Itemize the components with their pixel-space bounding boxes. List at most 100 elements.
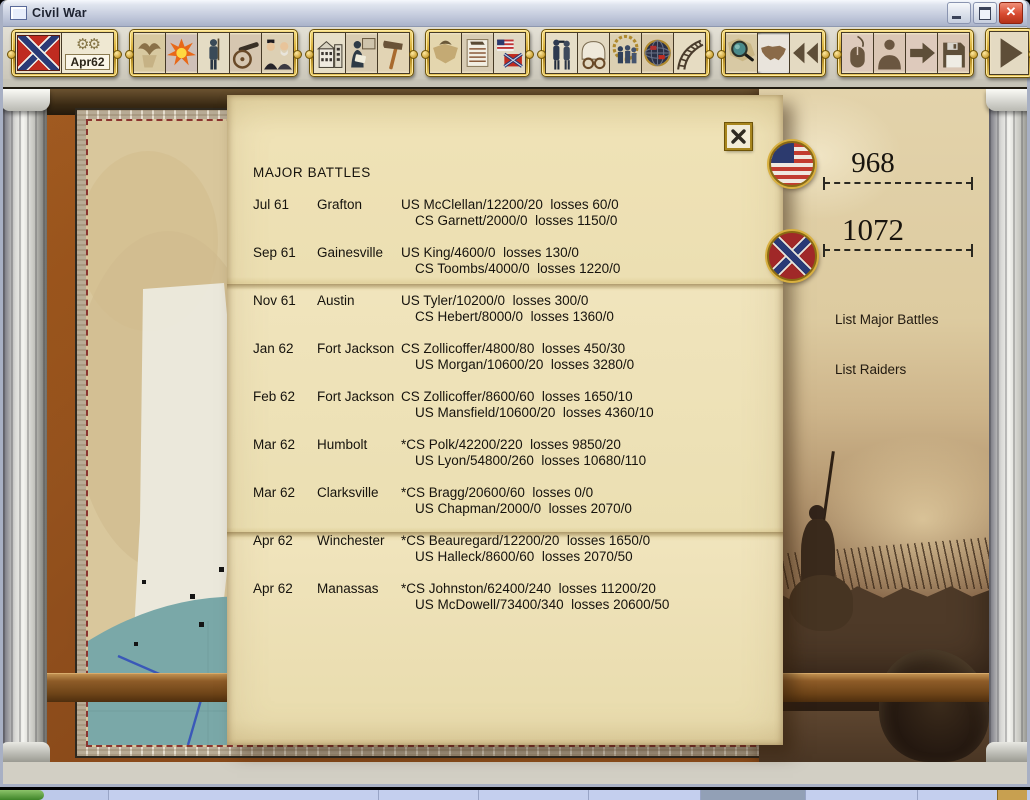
save-disk-icon [938,33,969,73]
production-hammer-icon [378,33,409,73]
battle-side-a: CS Zollicoffer/4800/80 losses 450/30 [401,341,626,356]
toolbar-map-magnifier-button[interactable] [725,32,758,74]
play-advance-icon [990,32,1028,74]
battle-side-b: US McDowell/73400/340 losses 20600/50 [415,597,670,612]
battle-location: Gainesville [317,245,384,260]
newspaper-icon [462,33,493,73]
toolbar-infantry-soldier-button[interactable] [197,32,230,74]
political-map-icon [430,33,461,73]
forward-arrow-icon [906,33,937,73]
taskbar-button[interactable] [478,790,589,800]
toolbar-scout-officers-button[interactable] [545,32,578,74]
toolbar-play-advance-button[interactable] [989,31,1029,75]
battle-date: Sep 61 [253,245,296,260]
battle-side-a: *CS Polk/42200/220 losses 9850/20 [401,437,621,452]
scout-officers-icon [546,33,577,73]
toolbar-us-map-button[interactable] [757,32,790,74]
battle-forces: US McClellan/12200/20 losses 60/0 CS Gar… [401,197,619,229]
toolbar-battle-explosion-button[interactable] [165,32,198,74]
toolbar-confederate-flag-button[interactable] [15,32,62,74]
supply-wagon-icon [578,33,609,73]
list-raiders-link[interactable]: List Raiders [835,362,906,377]
toolbar-commander-figure-button[interactable] [873,32,906,74]
battle-date: Jan 62 [253,341,294,356]
titlebar[interactable]: Civil War [3,0,1027,27]
window-title: Civil War [32,6,87,20]
left-column-decoration [3,89,50,762]
toolbar-group [125,29,302,77]
toolbar-group [421,29,534,77]
battle-row: Nov 61 Austin US Tyler/10200/0 losses 30… [253,293,669,325]
toolbar-production-hammer-button[interactable] [377,32,410,74]
taskbar-button[interactable] [588,790,701,800]
battle-side-b: CS Hebert/8000/0 losses 1360/0 [415,309,614,324]
toolbar-world-globe-button[interactable] [641,32,674,74]
battle-list-title: MAJOR BATTLES [253,165,371,180]
battle-row: Sep 61 Gainesville US King/4600/0 losses… [253,245,669,277]
officer-on-horse-art [787,451,857,669]
toolbar-railroad-button[interactable] [673,32,706,74]
battle-side-a: US King/4600/0 losses 130/0 [401,245,579,260]
battle-forces: US Tyler/10200/0 losses 300/0 CS Hebert/… [401,293,614,325]
battle-side-b: CS Garnett/2000/0 losses 1150/0 [415,213,618,228]
war-flags-icon [494,33,525,73]
battle-row: Jan 62 Fort Jackson CS Zollicoffer/4800/… [253,341,669,373]
taskbar-button[interactable] [917,790,998,800]
battle-list-popup: MAJOR BATTLES Jul 61 Grafton US McClella… [227,95,783,745]
battle-date: Nov 61 [253,293,296,308]
battle-explosion-icon [166,33,197,73]
toolbar-generals-portraits-button[interactable] [261,32,294,74]
app-window: Civil War ⚙⚙Apr62 [0,0,1030,787]
battle-side-b: US Chapman/2000/0 losses 2070/0 [415,501,632,516]
toolbar-group [717,29,830,77]
battle-location: Humbolt [317,437,368,452]
taskbar-tray[interactable] [997,790,1027,800]
toolbar-artillery-cannon-button[interactable] [229,32,262,74]
close-button[interactable] [999,2,1023,24]
taskbar-button[interactable] [108,790,379,800]
battle-row: Jul 61 Grafton US McClellan/12200/20 los… [253,197,669,229]
railroad-icon [674,33,705,73]
battle-forces: *CS Johnston/62400/240 losses 11200/20 U… [401,581,669,613]
toolbar-war-flags-button[interactable] [493,32,526,74]
map-eagle-icon [134,33,165,73]
toolbar-save-disk-button[interactable] [937,32,970,74]
toolbar-political-map-button[interactable] [429,32,462,74]
start-button[interactable] [0,790,44,800]
battle-forces: *CS Bragg/20600/60 losses 0/0 US Chapman… [401,485,632,517]
taskbar-button[interactable] [378,790,479,800]
battle-side-a: US Tyler/10200/0 losses 300/0 [401,293,589,308]
toolbar-forward-arrow-button[interactable] [905,32,938,74]
minimize-button[interactable] [947,2,971,24]
toolbar-turn-gears-button[interactable]: ⚙⚙ Apr62 [61,32,114,74]
toolbar-newspaper-button[interactable] [461,32,494,74]
battle-row: Mar 62 Humbolt *CS Polk/42200/220 losses… [253,437,669,469]
toolbar-group [305,29,418,77]
battle-date: Feb 62 [253,389,296,404]
list-major-battles-link[interactable]: List Major Battles [835,312,939,327]
taskbar-button[interactable] [805,790,918,800]
toolbar-rewind-button[interactable] [789,32,822,74]
popup-close-button[interactable] [725,123,752,150]
toolbar-map-eagle-button[interactable] [133,32,166,74]
toolbar-cavalry-troop-button[interactable] [609,32,642,74]
us-map-icon [758,33,789,73]
commander-figure-icon [874,33,905,73]
maximize-button[interactable] [973,2,997,24]
rewind-icon [790,33,821,73]
battle-forces: *CS Polk/42200/220 losses 9850/20 US Lyo… [401,437,646,469]
taskbar[interactable] [0,790,1030,800]
app-icon [10,6,27,20]
taskbar-button[interactable] [700,790,806,800]
toolbar-supply-wagon-button[interactable] [577,32,610,74]
toolbar-city-buildings-button[interactable] [313,32,346,74]
battle-side-b: US Mansfield/10600/20 losses 4360/10 [415,405,654,420]
toolbar-dispatch-clerk-button[interactable] [345,32,378,74]
battle-forces: CS Zollicoffer/8600/60 losses 1650/10 US… [401,389,654,421]
turn-gears-icon: ⚙⚙ Apr62 [62,33,113,73]
confederate-flag-icon [16,33,61,73]
battle-date: Mar 62 [253,485,296,500]
battle-row: Mar 62 Clarksville *CS Bragg/20600/60 lo… [253,485,669,517]
generals-portraits-icon [262,33,293,73]
toolbar-mouse-control-button[interactable] [841,32,874,74]
